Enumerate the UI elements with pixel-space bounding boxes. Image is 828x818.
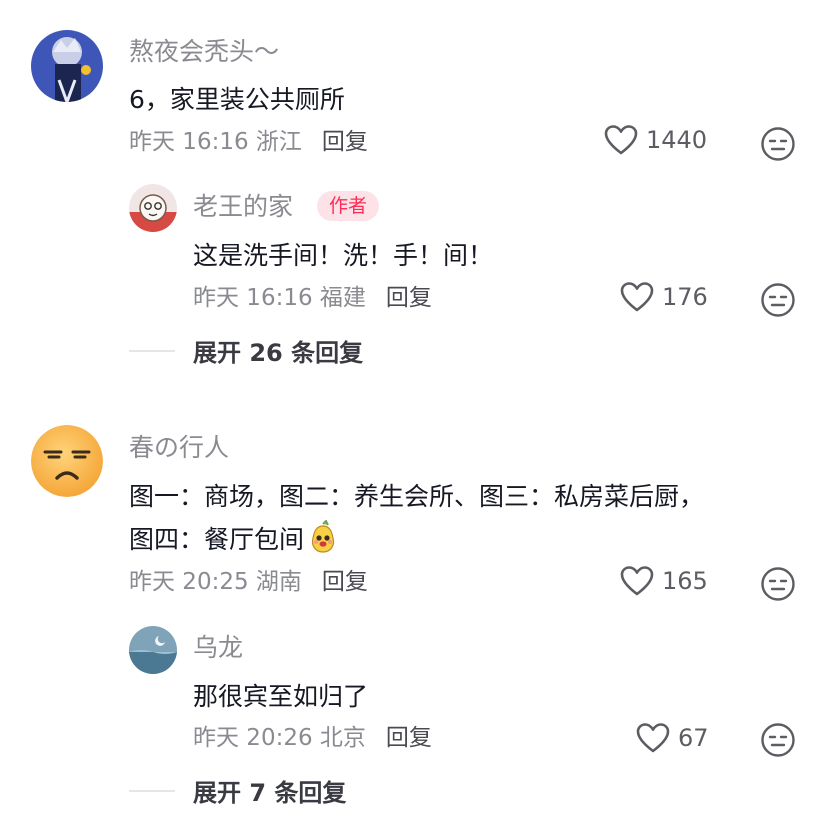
reply-time-location: 昨天 20:26 北京: [193, 725, 366, 751]
comment-text: 图一：商场，图二：养生会所、图三：私房菜后厨，: [129, 482, 705, 511]
comment-meta: 昨天 20:25 湖南 回复: [129, 567, 368, 597]
like-button[interactable]: 176: [620, 281, 708, 313]
avatar[interactable]: [31, 425, 103, 497]
divider: [129, 789, 175, 792]
comment-text: 6，家里装公共厕所: [129, 85, 345, 114]
reply-username[interactable]: 老王的家: [193, 192, 293, 222]
comment-username[interactable]: 熬夜会秃头～: [129, 37, 279, 67]
like-count: 67: [678, 724, 709, 752]
reply-text: 那很宾至如归了: [193, 682, 369, 711]
pear-emoji-icon: [306, 519, 340, 567]
like-button[interactable]: 165: [620, 565, 708, 597]
reply-button[interactable]: 回复: [322, 129, 368, 155]
divider: [129, 349, 175, 352]
reply-meta: 昨天 20:26 北京 回复: [193, 723, 432, 753]
reply-avatar[interactable]: [129, 184, 177, 232]
expand-replies-button[interactable]: 展开 26 条回复: [129, 333, 363, 368]
emoji-reaction-icon[interactable]: [760, 282, 796, 322]
heart-icon: [604, 125, 638, 155]
reply-meta: 昨天 16:16 福建 回复: [193, 283, 432, 313]
reply-button[interactable]: 回复: [386, 725, 432, 751]
heart-icon: [620, 282, 654, 312]
like-count: 1440: [646, 126, 708, 154]
like-count: 176: [662, 283, 708, 311]
like-button[interactable]: 1440: [604, 124, 707, 156]
reply-text: 这是洗手间！洗！手！间！: [193, 241, 494, 270]
comment-username[interactable]: 春の行人: [129, 433, 229, 463]
heart-icon: [636, 723, 670, 753]
emoji-reaction-icon[interactable]: [760, 722, 796, 762]
emoji-reaction-icon[interactable]: [760, 126, 796, 166]
reply-button[interactable]: 回复: [386, 285, 432, 311]
reply-username[interactable]: 乌龙: [193, 633, 243, 663]
reply-button[interactable]: 回复: [322, 569, 368, 595]
reply-avatar[interactable]: [129, 626, 177, 674]
heart-icon: [620, 566, 654, 596]
expand-replies-label: 展开 7 条回复: [193, 779, 347, 807]
expand-replies-label: 展开 26 条回复: [193, 339, 364, 367]
comment-time-location: 昨天 16:16 浙江: [129, 129, 302, 155]
like-count: 165: [662, 567, 708, 595]
avatar[interactable]: [31, 30, 103, 102]
author-badge: 作者: [317, 191, 380, 221]
comment-meta: 昨天 16:16 浙江 回复: [129, 127, 368, 157]
emoji-reaction-icon[interactable]: [760, 566, 796, 606]
comment-text: 图四：餐厅包间: [129, 518, 340, 567]
expand-replies-button[interactable]: 展开 7 条回复: [129, 773, 346, 808]
reply-time-location: 昨天 16:16 福建: [193, 285, 366, 311]
like-button[interactable]: 67: [636, 722, 709, 754]
comment-time-location: 昨天 20:25 湖南: [129, 569, 302, 595]
comment-text-line: 图四：餐厅包间: [129, 525, 305, 554]
